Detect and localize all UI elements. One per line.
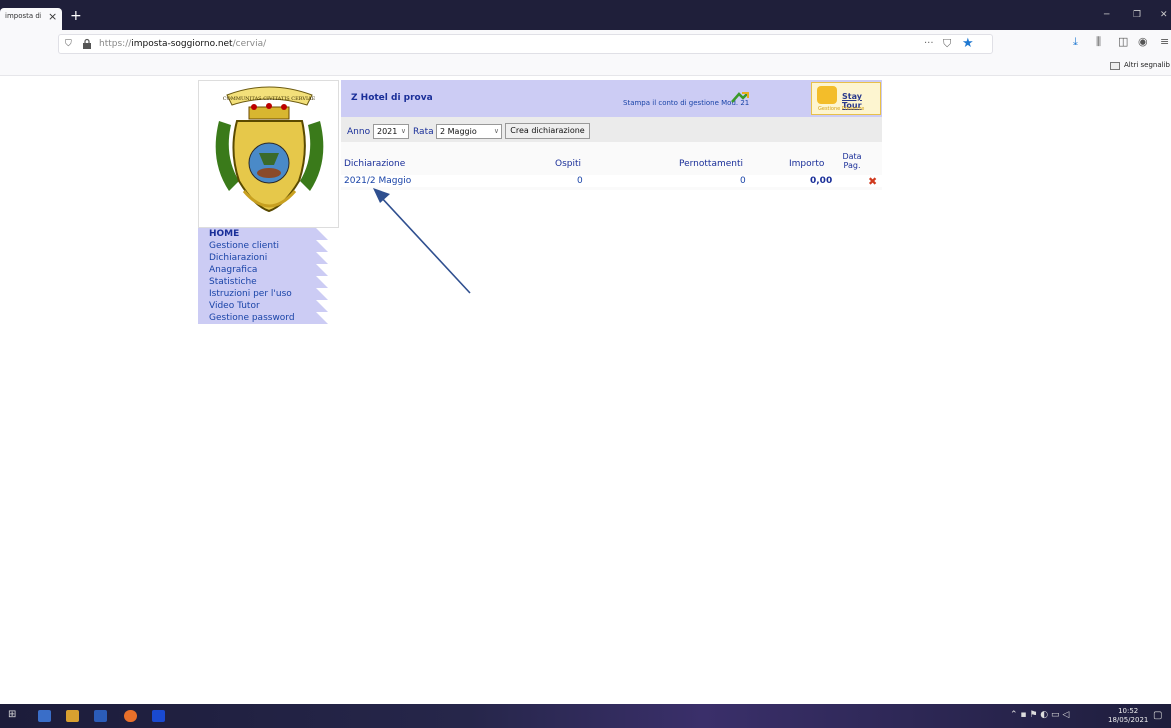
col-header-data-pag: Data Pag. [842, 152, 862, 170]
sidebar-item-label: Statistiche [209, 277, 257, 287]
sidebar-item-label: Anagrafica [209, 265, 258, 275]
city-crest: COMMUNITAS CIVITATIS CERVIAE [198, 80, 339, 228]
delete-icon[interactable]: ✖ [868, 175, 877, 188]
chevron-down-icon: ∨ [493, 127, 499, 135]
close-window-icon[interactable]: ✕ [1160, 10, 1168, 20]
url-text[interactable]: https://imposta-soggiorno.net/cervia/ [99, 39, 266, 49]
word-icon[interactable] [94, 710, 107, 722]
new-tab-icon[interactable]: + [70, 8, 82, 24]
crea-dichiarazione-button[interactable]: Crea dichiarazione [505, 123, 590, 139]
crest-motto: COMMUNITAS CIVITATIS CERVIAE [223, 96, 316, 102]
filter-bar: Anno 2021 ∨ Rata 2 Maggio ∨ Crea dichiar… [341, 117, 882, 142]
bookmarks-folder-label[interactable]: Altri segnalib [1124, 61, 1170, 69]
download-icon[interactable]: ⤓ [1073, 35, 1078, 49]
col-header-pernottamenti: Pernottamenti [679, 159, 744, 169]
sidebar-item-label: HOME [209, 229, 240, 239]
sidebar-item-gestione-clienti[interactable]: Gestione clienti [198, 240, 339, 252]
file-explorer-icon[interactable] [38, 710, 51, 722]
col-header-importo: Importo [789, 159, 825, 169]
notification-icon[interactable]: ▢ [1153, 710, 1162, 721]
sidebar-item-home[interactable]: HOME [198, 228, 339, 240]
print-report-icon[interactable] [731, 92, 749, 104]
sidebar-item-dichiarazioni[interactable]: Dichiarazioni [198, 252, 339, 264]
tray-icons[interactable]: ⌃ ▪ ⚑ ◐ ▭ ◁ [1010, 710, 1069, 720]
table-row: 2021/2 Maggio 0 0 0,00 ✖ [341, 175, 882, 188]
folder-icon [1110, 62, 1120, 70]
staytour-subtitle: Gestione Presenze [818, 106, 865, 112]
col-header-ospiti: Ospiti [555, 159, 582, 169]
chevron-down-icon: ∨ [400, 127, 406, 135]
menu-icon[interactable]: ≡ [1160, 35, 1169, 48]
browser-navbar: ⛉ https://imposta-soggiorno.net/cervia/ … [0, 30, 1171, 58]
lock-icon[interactable] [81, 38, 93, 50]
sidebar-icon[interactable]: ◫ [1118, 35, 1128, 48]
dichiarazione-link[interactable]: 2021/2 Maggio [344, 176, 411, 186]
hotel-name: Z Hotel di prova [351, 93, 433, 103]
bookmarks-bar: Altri segnalib [0, 58, 1171, 76]
sidebar-menu: HOME Gestione clienti Dichiarazioni Anag… [198, 228, 339, 324]
library-icon[interactable]: ⫼ [1096, 35, 1101, 49]
sidebar-item-video-tutor[interactable]: Video Tutor [198, 300, 339, 312]
sidebar-item-anagrafica[interactable]: Anagrafica [198, 264, 339, 276]
main-panel: Z Hotel di prova Stampa il conto di gest… [341, 80, 882, 190]
firefox-icon[interactable] [124, 710, 137, 722]
app-icon[interactable] [66, 710, 79, 722]
sidebar-item-statistiche[interactable]: Statistiche [198, 276, 339, 288]
rata-value: 2 Maggio [440, 127, 477, 136]
page-actions-icon[interactable]: ··· [924, 38, 934, 49]
bookmark-star-icon[interactable]: ★ [962, 36, 974, 51]
sidebar-item-gestione-password[interactable]: Gestione password [198, 312, 339, 324]
screen: imposta di × + ─ ❐ ✕ ⛉ https://imposta-s… [0, 0, 1171, 728]
staytour-logo-icon [817, 86, 837, 104]
url-bar[interactable]: ⛉ https://imposta-soggiorno.net/cervia/ … [58, 34, 993, 54]
account-icon[interactable]: ◉ [1138, 35, 1148, 48]
sidebar-item-label: Dichiarazioni [209, 253, 268, 263]
anno-value: 2021 [377, 127, 398, 136]
sidebar-item-label: Gestione clienti [209, 241, 280, 251]
tab-title: imposta di [5, 12, 41, 20]
pocket-icon[interactable]: ⛉ [943, 37, 951, 51]
minimize-icon[interactable]: ─ [1104, 10, 1109, 20]
task-view-icon[interactable]: ⊞ [8, 709, 16, 720]
windows-taskbar: ⊞ ⌃ ▪ ⚑ ◐ ▭ ◁ 10:52 18/05/2021 ▢ [0, 704, 1171, 728]
sidebar-item-label: Istruzioni per l'uso [209, 289, 292, 299]
browser-tabstrip: imposta di × + ─ ❐ ✕ [0, 0, 1171, 30]
staytour-link[interactable]: Stay Tour Gestione Presenze [811, 82, 881, 115]
tracking-shield-icon[interactable]: ⛉ [65, 39, 72, 49]
clock[interactable]: 10:52 18/05/2021 [1108, 707, 1148, 725]
sidebar-item-istruzioni[interactable]: Istruzioni per l'uso [198, 288, 339, 300]
cell-pernottamenti: 0 [740, 176, 746, 186]
col-header-dichiarazione: Dichiarazione [344, 159, 406, 169]
browser-tab[interactable]: imposta di × [0, 8, 62, 30]
panel-header: Z Hotel di prova Stampa il conto di gest… [341, 80, 882, 117]
app-icon-2[interactable] [152, 710, 165, 722]
cell-importo: 0,00 [810, 176, 833, 186]
sidebar-item-label: Gestione password [209, 313, 295, 323]
restore-icon[interactable]: ❐ [1133, 10, 1141, 20]
cell-ospiti: 0 [577, 176, 583, 186]
tab-close-icon[interactable]: × [48, 10, 57, 23]
crest-emblem-icon: COMMUNITAS CIVITATIS CERVIAE [215, 86, 324, 213]
anno-select[interactable]: 2021 ∨ [373, 124, 409, 139]
rata-select[interactable]: 2 Maggio ∨ [436, 124, 502, 139]
anno-label: Anno [347, 127, 371, 137]
rata-label: Rata [413, 127, 434, 137]
sidebar-item-label: Video Tutor [209, 301, 260, 311]
